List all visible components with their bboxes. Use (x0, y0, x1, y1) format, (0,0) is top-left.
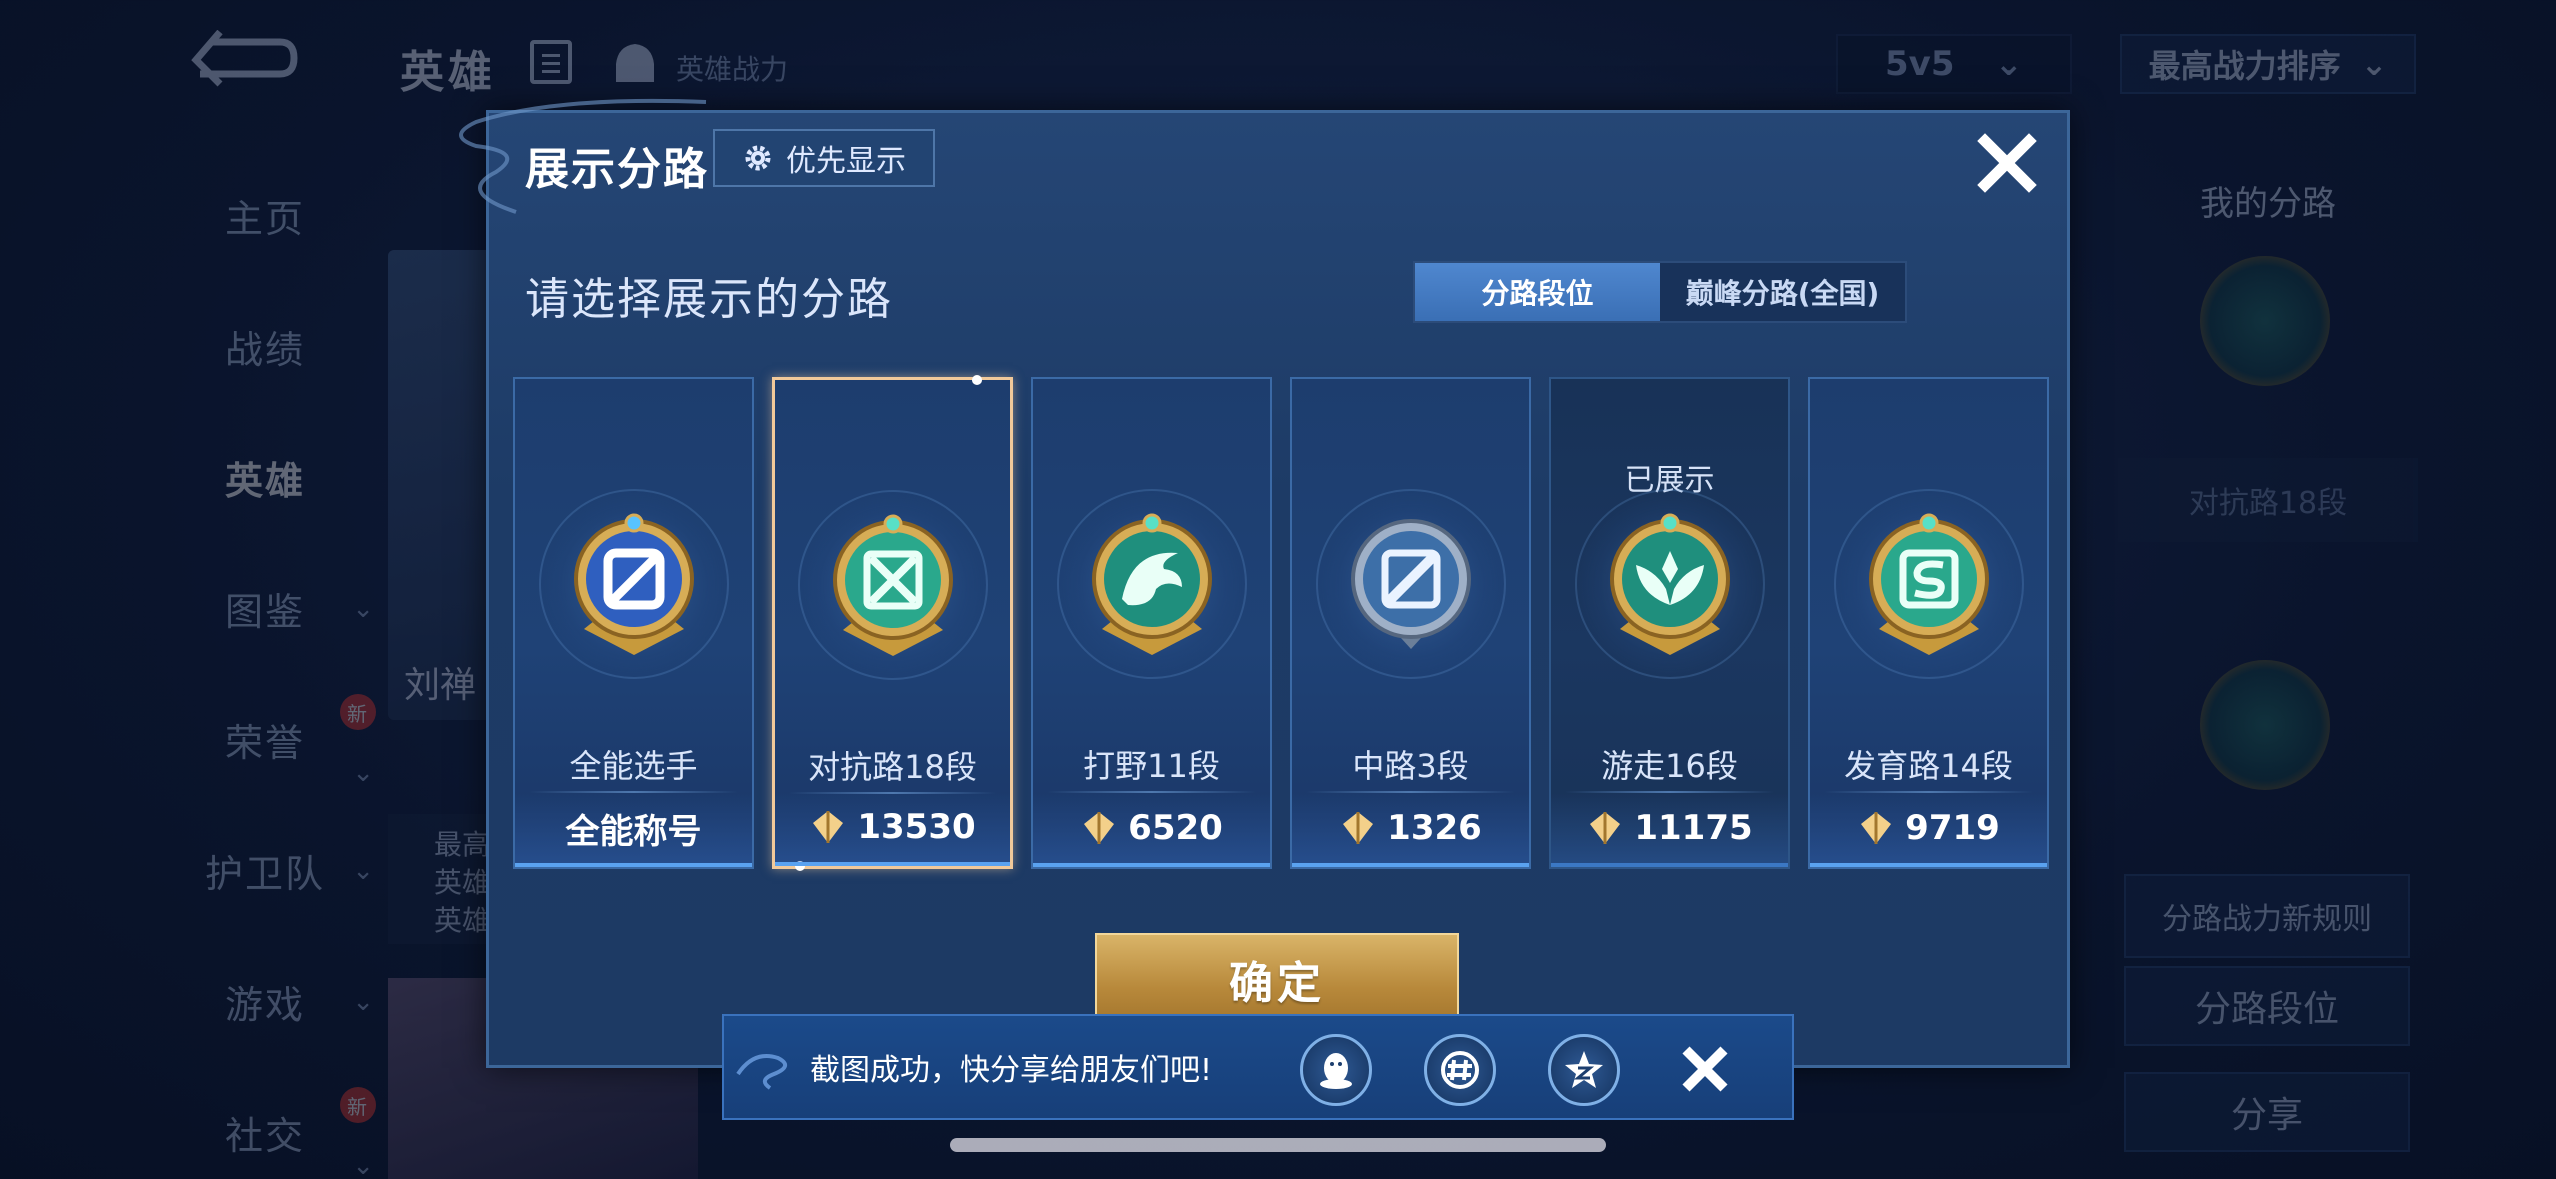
lane-power-score: 6520 (1128, 808, 1223, 848)
lane-footer: 13530 (775, 792, 1010, 866)
decorative-swirl-icon (459, 98, 707, 214)
all-round-emblem-icon (573, 513, 694, 655)
clash-lane-emblem-icon (832, 514, 953, 656)
emblem-frame (538, 489, 729, 679)
lane-power-score: 9719 (1905, 808, 2000, 848)
lane-footer: 6520 (1033, 793, 1270, 867)
lane-power-icon (1343, 812, 1374, 844)
emblem-frame (1056, 489, 1247, 679)
emblem-frame (1574, 489, 1765, 679)
emblem-frame (1315, 489, 1506, 679)
lane-power-icon (1084, 812, 1115, 844)
qzone-icon (1565, 1051, 1603, 1088)
lane-name: 对抗路18段 (808, 748, 977, 786)
gear-icon (745, 145, 771, 171)
roam-emblem-icon (1609, 513, 1730, 655)
jungle-emblem-icon (1091, 513, 1212, 655)
lane-title-label: 全能称号 (565, 811, 702, 852)
lane-card-jungle[interactable]: 打野11段 6520 (1031, 377, 1272, 869)
emblem-frame (1833, 489, 2024, 679)
home-indicator[interactable] (950, 1138, 1606, 1152)
close-icon (1682, 1046, 1728, 1092)
lane-power-score: 1326 (1387, 808, 1482, 848)
lane-name: 打野11段 (1083, 747, 1220, 785)
emblem-frame (797, 490, 988, 680)
lane-power-icon (1861, 812, 1892, 844)
lane-name: 游走16段 (1601, 747, 1738, 785)
toast-message: 截图成功，快分享给朋友们吧! (810, 1053, 1213, 1088)
tab-lane-tier[interactable]: 分路段位 (1415, 263, 1660, 321)
lane-name: 中路3段 (1352, 747, 1469, 785)
lane-footer: 1326 (1292, 793, 1529, 867)
farm-lane-emblem-icon (1868, 513, 1989, 655)
lane-power-icon (1590, 812, 1621, 844)
share-wechat-moments-button[interactable] (1424, 1034, 1496, 1106)
share-qq-button[interactable] (1300, 1034, 1372, 1106)
lane-name: 全能选手 (569, 747, 698, 785)
lane-footer: 11175 (1551, 793, 1788, 867)
lane-footer: 9719 (1810, 793, 2047, 867)
lane-name: 发育路14段 (1844, 747, 2013, 785)
priority-display-button[interactable]: 优先显示 (713, 129, 935, 187)
lane-power-score: 13530 (857, 807, 976, 847)
mid-lane-emblem-icon (1350, 519, 1471, 649)
lane-power-icon (813, 811, 844, 843)
qq-icon (1320, 1053, 1352, 1089)
display-lane-modal: 展示分路 优先显示 请选择展示的分路 分路段位 巅峰分路(全国) 全能选手 全能… (486, 110, 2070, 1068)
wechat-moments-icon (1441, 1051, 1479, 1089)
share-qzone-button[interactable] (1548, 1034, 1620, 1106)
modal-close-button[interactable] (1971, 127, 2043, 199)
lane-card-mid[interactable]: 中路3段 1326 (1290, 377, 1531, 869)
confirm-button[interactable]: 确定 (1095, 933, 1459, 1025)
lane-card-roam[interactable]: 已展示 游走16段 11175 (1549, 377, 1790, 869)
share-toast: 截图成功，快分享给朋友们吧! (722, 1014, 1794, 1120)
lane-power-score: 11175 (1634, 808, 1753, 848)
tab-peak-lane[interactable]: 巅峰分路(全国) (1660, 263, 1905, 321)
close-icon (1977, 133, 2037, 193)
lane-footer: 全能称号 (515, 793, 752, 867)
toast-swirl-icon (736, 1054, 787, 1090)
lane-card-clash[interactable]: 对抗路18段 13530 (772, 375, 1013, 871)
lane-view-switch: 分路段位 巅峰分路(全国) (1413, 261, 1907, 323)
lane-cards: 全能选手 全能称号 对抗路18段 13530 打野11段 6520 中路3段 1… (513, 375, 2053, 871)
selection-sparkle (972, 375, 982, 385)
toast-close-button[interactable] (1674, 1038, 1736, 1100)
lane-card-farm[interactable]: 发育路14段 9719 (1808, 377, 2049, 869)
select-prompt: 请选择展示的分路 (525, 274, 893, 325)
lane-card-all-round[interactable]: 全能选手 全能称号 (513, 377, 754, 869)
priority-display-label: 优先显示 (786, 144, 906, 179)
